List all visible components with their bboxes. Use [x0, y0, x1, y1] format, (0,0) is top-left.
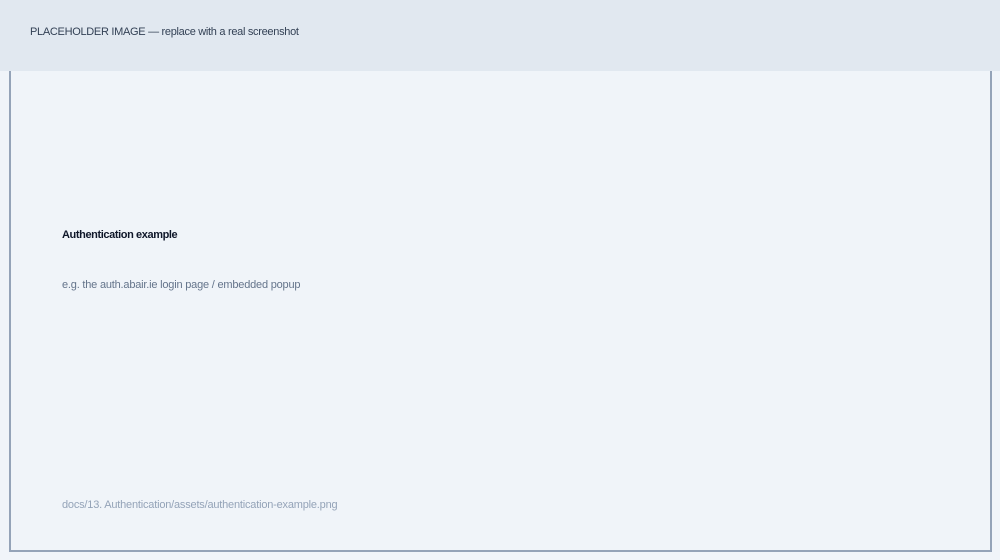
placeholder-frame: Authentication example e.g. the auth.aba… — [9, 71, 992, 552]
placeholder-page: PLACEHOLDER IMAGE — replace with a real … — [0, 0, 1000, 560]
placeholder-title: Authentication example — [62, 229, 178, 241]
placeholder-description: e.g. the auth.abair.ie login page / embe… — [62, 279, 301, 291]
placeholder-banner: PLACEHOLDER IMAGE — replace with a real … — [0, 0, 1000, 71]
placeholder-file-path: docs/13. Authentication/assets/authentic… — [62, 499, 338, 511]
banner-text: PLACEHOLDER IMAGE — replace with a real … — [30, 26, 299, 38]
